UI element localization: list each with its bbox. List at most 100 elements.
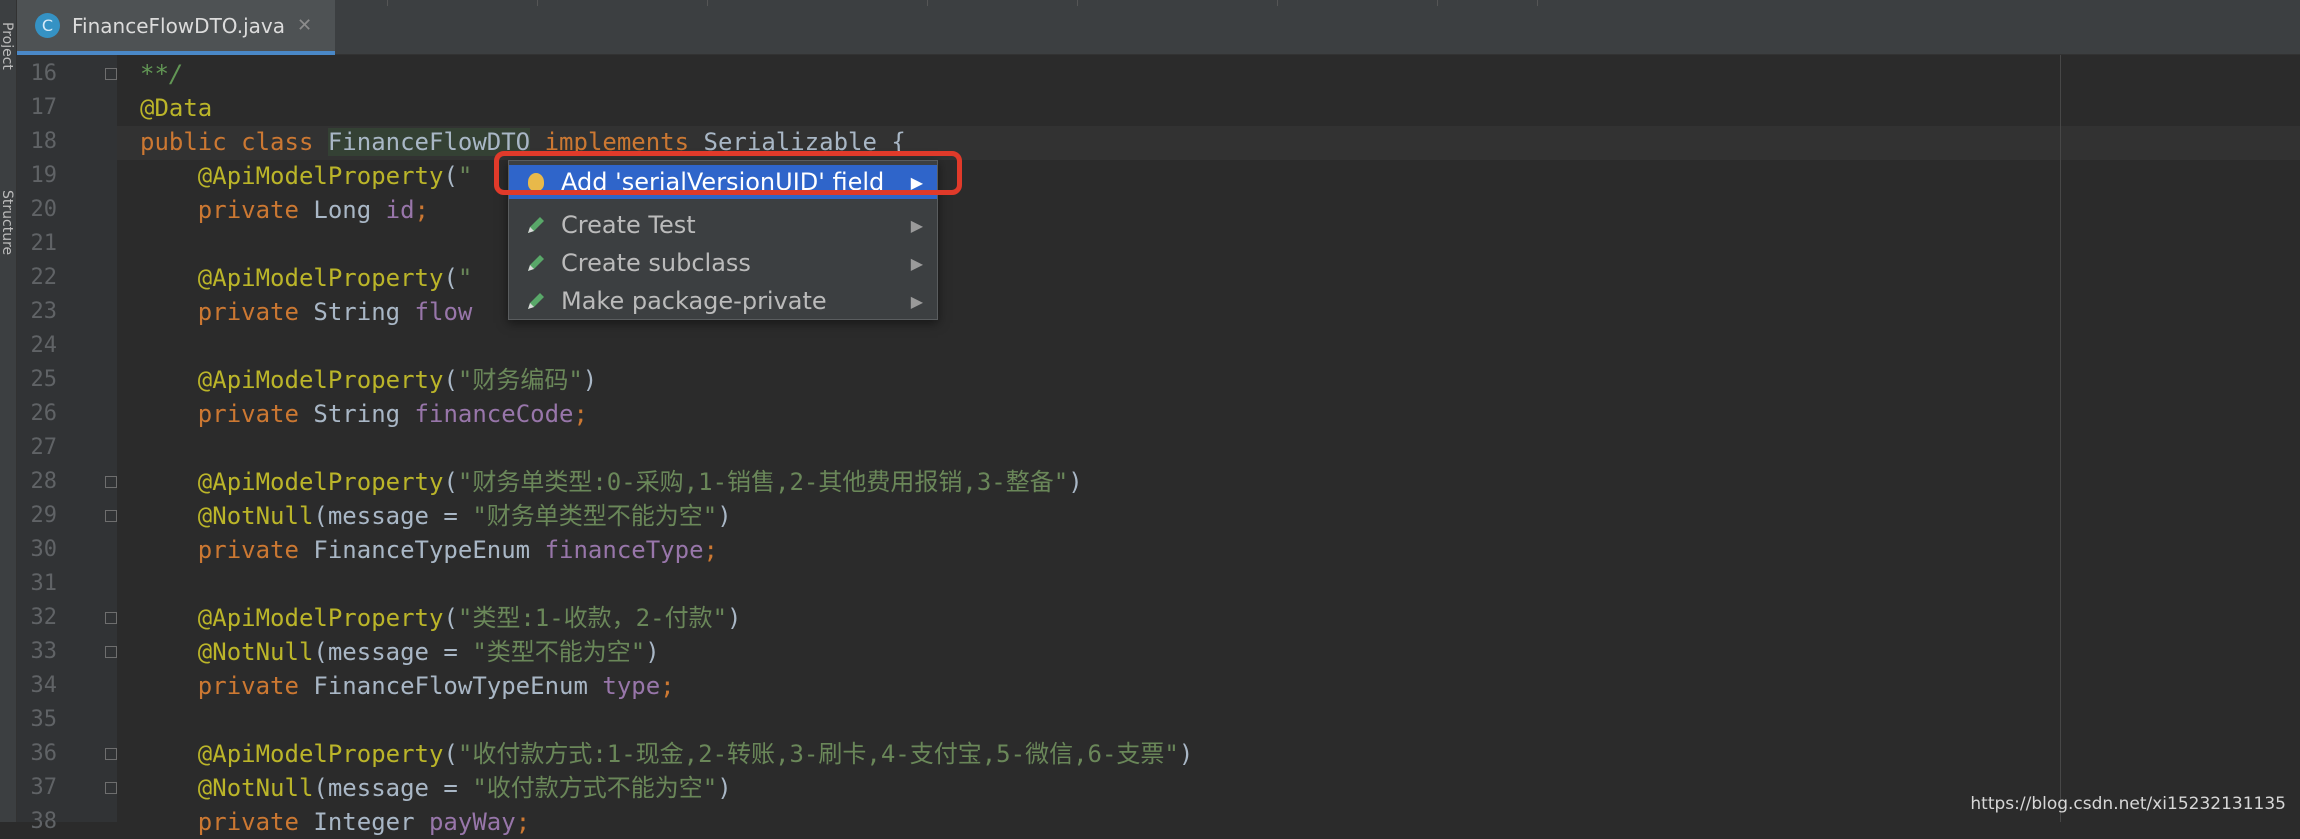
line-number: 38 bbox=[30, 809, 58, 834]
code-token: @ApiModelProperty bbox=[197, 162, 444, 190]
line-number: 25 bbox=[30, 367, 58, 392]
code-line[interactable]: @ApiModelProperty(" bbox=[140, 261, 473, 295]
tab-separator bbox=[1277, 0, 1278, 6]
code-token: "类型:1-收款，2-付款" bbox=[457, 604, 728, 632]
code-line[interactable]: **/ bbox=[140, 57, 183, 91]
fold-marker-icon[interactable] bbox=[105, 748, 117, 760]
tab-separator bbox=[927, 0, 928, 6]
line-number: 35 bbox=[30, 707, 58, 732]
code-token: " bbox=[457, 162, 473, 190]
code-line[interactable]: @NotNull(message = "财务单类型不能为空") bbox=[140, 499, 732, 533]
code-token: "收付款方式不能为空" bbox=[472, 774, 718, 802]
fold-marker-icon[interactable] bbox=[105, 476, 117, 488]
code-token: (message = bbox=[313, 638, 473, 666]
code-line[interactable]: @Data bbox=[140, 91, 212, 125]
left-tool-strip: Project Structure bbox=[0, 0, 17, 822]
code-token: @ApiModelProperty bbox=[197, 740, 444, 768]
code-token: FinanceTypeEnum bbox=[313, 536, 545, 564]
line-number: 33 bbox=[30, 639, 58, 664]
code-token: **/ bbox=[140, 60, 184, 88]
code-line[interactable]: private FinanceTypeEnum financeType; bbox=[140, 533, 718, 567]
fold-marker-icon[interactable] bbox=[105, 510, 117, 522]
pencil-icon bbox=[525, 214, 547, 236]
code-token: Long bbox=[313, 196, 386, 224]
code-token: ; bbox=[703, 536, 718, 564]
code-editor[interactable]: **/@Data public class FinanceFlowDTO impl… bbox=[117, 55, 2300, 836]
fold-marker-icon[interactable] bbox=[105, 68, 117, 80]
code-token: ( bbox=[443, 366, 458, 394]
watermark-text: https://blog.csdn.net/xi15232131135 bbox=[1970, 794, 2286, 814]
fold-marker-icon[interactable] bbox=[105, 782, 117, 794]
code-token: ; bbox=[573, 400, 588, 428]
submenu-arrow-icon: ▶ bbox=[910, 215, 923, 235]
menu-item-label: Create subclass bbox=[561, 249, 751, 277]
structure-tool-tab[interactable]: Structure bbox=[1, 190, 15, 330]
tab-separator bbox=[1537, 0, 1538, 6]
code-token: "收付款方式:1-现金,2-转账,3-刷卡,4-支付宝,5-微信,6-支票" bbox=[457, 740, 1179, 768]
code-token: financeType bbox=[544, 536, 704, 564]
project-tool-tab[interactable]: Project bbox=[1, 22, 15, 122]
fold-marker-icon[interactable] bbox=[105, 646, 117, 658]
code-token: financeCode bbox=[414, 400, 574, 428]
line-number: 18 bbox=[30, 129, 58, 154]
fold-marker-icon[interactable] bbox=[105, 612, 117, 624]
line-number: 36 bbox=[30, 741, 58, 766]
pencil-icon bbox=[525, 290, 547, 312]
code-token: private bbox=[140, 196, 314, 224]
code-line[interactable]: private String financeCode; bbox=[140, 397, 588, 431]
tab-separator bbox=[537, 0, 538, 6]
code-line[interactable]: @ApiModelProperty("财务单类型:0-采购,1-销售,2-其他费… bbox=[140, 465, 1083, 499]
code-token: id bbox=[385, 196, 415, 224]
line-number: 21 bbox=[30, 231, 58, 256]
code-token: ( bbox=[443, 740, 458, 768]
line-number-gutter[interactable]: 16 17 18 19 20 21 22 23 24 25 26 27 28 29 30 31 32 33 34 35… bbox=[17, 55, 117, 834]
line-number: 17 bbox=[30, 95, 58, 120]
red-annotation-box bbox=[494, 151, 962, 195]
code-line[interactable]: @NotNull(message = "类型不能为空") bbox=[140, 635, 660, 669]
code-line[interactable]: @ApiModelProperty("收付款方式:1-现金,2-转账,3-刷卡,… bbox=[140, 737, 1194, 771]
code-token: @NotNull bbox=[197, 774, 314, 802]
tab-separator bbox=[707, 0, 708, 6]
code-token: ) bbox=[645, 638, 660, 666]
code-line[interactable]: private Integer payWay; bbox=[140, 805, 530, 839]
code-token: private bbox=[140, 536, 314, 564]
line-number: 31 bbox=[30, 571, 58, 596]
code-token: ( bbox=[443, 162, 458, 190]
code-line[interactable]: private String flow bbox=[140, 295, 473, 329]
line-number: 24 bbox=[30, 333, 58, 358]
code-token: @ApiModelProperty bbox=[197, 604, 444, 632]
code-token: " bbox=[457, 264, 473, 292]
code-token: ( bbox=[443, 264, 458, 292]
code-token: Integer bbox=[313, 808, 429, 836]
code-token: String bbox=[313, 400, 415, 428]
submenu-arrow-icon: ▶ bbox=[910, 253, 923, 273]
code-token: ; bbox=[660, 672, 675, 700]
code-line[interactable]: private FinanceFlowTypeEnum type; bbox=[140, 669, 675, 703]
code-token: FinanceFlowTypeEnum bbox=[313, 672, 603, 700]
code-token: private bbox=[140, 298, 314, 326]
line-number: 30 bbox=[30, 537, 58, 562]
tab-financeflowdto[interactable]: C FinanceFlowDTO.java ✕ bbox=[17, 0, 335, 55]
code-line[interactable]: @NotNull(message = "收付款方式不能为空") bbox=[140, 771, 732, 805]
close-icon[interactable]: ✕ bbox=[297, 15, 312, 36]
code-token: private bbox=[140, 672, 314, 700]
make-package-private-item[interactable]: Make package-private ▶ bbox=[509, 284, 937, 318]
code-token: ; bbox=[414, 196, 429, 224]
editor-tab-bar: C FinanceFlowDTO.java ✕ bbox=[17, 0, 2300, 55]
code-line[interactable]: private Long id; bbox=[140, 193, 429, 227]
tab-title: FinanceFlowDTO.java bbox=[72, 13, 285, 38]
code-token: @ApiModelProperty bbox=[197, 264, 444, 292]
code-token: "财务编码" bbox=[457, 366, 583, 394]
line-number: 23 bbox=[30, 299, 58, 324]
code-line[interactable]: @ApiModelProperty("类型:1-收款，2-付款") bbox=[140, 601, 742, 635]
create-test-item[interactable]: Create Test ▶ bbox=[509, 208, 937, 242]
create-subclass-item[interactable]: Create subclass ▶ bbox=[509, 246, 937, 280]
tab-separator bbox=[1077, 0, 1078, 6]
code-token: flow bbox=[414, 298, 473, 326]
code-line[interactable]: @ApiModelProperty("财务编码") bbox=[140, 363, 597, 397]
code-line[interactable]: @ApiModelProperty(" bbox=[140, 159, 473, 193]
code-token: payWay bbox=[428, 808, 516, 836]
